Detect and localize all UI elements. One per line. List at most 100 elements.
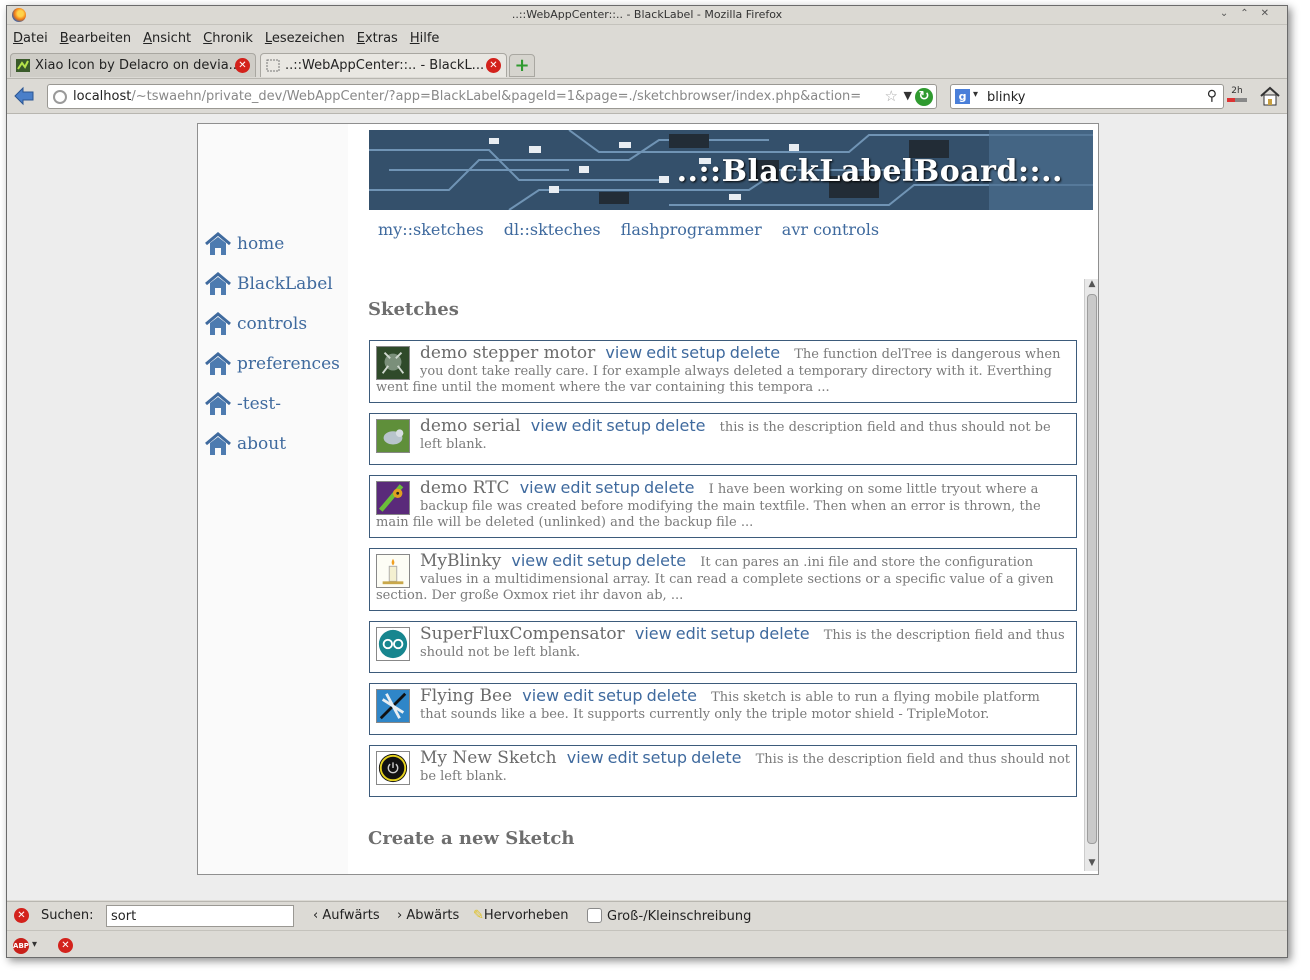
nav-dl-sketches[interactable]: dl::skteches	[504, 220, 601, 239]
nav-my-sketches[interactable]: my::sketches	[378, 220, 484, 239]
tab-bar: Xiao Icon by Delacro on devia... ✕ ..::W…	[7, 51, 1287, 77]
tab-webappcenter[interactable]: ..::WebAppCenter::.. - BlackL... ✕	[260, 53, 507, 77]
edit-link[interactable]: edit	[561, 478, 592, 497]
find-input[interactable]	[106, 905, 294, 927]
scroll-up-icon[interactable]: ▲	[1085, 279, 1098, 292]
sidebar-item-controls[interactable]: controls	[204, 309, 307, 339]
sidebar-item-preferences[interactable]: preferences	[204, 349, 340, 379]
delete-link[interactable]: delete	[730, 343, 780, 362]
top-navigation: my::sketches dl::skteches flashprogramme…	[378, 220, 879, 239]
adblock-icon[interactable]: ABP	[13, 938, 29, 954]
menu-lesezeichen[interactable]: Lesezeichen	[265, 31, 345, 46]
window-controls[interactable]: ⌄⌃✕	[1220, 8, 1281, 19]
nav-avr-controls[interactable]: avr controls	[782, 220, 879, 239]
ladybug-icon	[376, 481, 410, 515]
sketch-actions: view edit setup delete	[567, 748, 746, 767]
menu-hilfe[interactable]: Hilfe	[410, 31, 440, 46]
url-bar[interactable]: localhost/~tswaehn/private_dev/WebAppCen…	[47, 84, 937, 109]
tab-close-icon[interactable]: ✕	[235, 58, 250, 73]
bookmark-star-icon[interactable]: ☆	[885, 87, 898, 105]
menu-ansicht[interactable]: Ansicht	[143, 31, 191, 46]
dragonfly-icon	[376, 689, 410, 723]
blank-page-favicon-icon	[266, 59, 280, 72]
back-button[interactable]	[13, 85, 35, 107]
window-title: ..::WebAppCenter::.. - BlackLabel - Mozi…	[511, 8, 783, 21]
find-next-button[interactable]: › Abwärts	[397, 908, 459, 923]
edit-link[interactable]: edit	[676, 624, 707, 643]
highlight-button[interactable]: ✎Hervorheben	[473, 908, 569, 923]
view-link[interactable]: view	[635, 624, 672, 643]
sidebar-item-home[interactable]: home	[204, 229, 284, 259]
edit-link[interactable]: edit	[552, 551, 583, 570]
new-tab-button[interactable]: +	[509, 54, 535, 77]
sketch-card: demo serial view edit setup delete this is …	[369, 413, 1077, 465]
delete-link[interactable]: delete	[636, 551, 686, 570]
scroll-thumb[interactable]	[1087, 294, 1097, 844]
reload-icon[interactable]: ↻	[915, 88, 933, 106]
tab-xiao-icon[interactable]: Xiao Icon by Delacro on devia... ✕	[10, 53, 256, 77]
content-area: Sketches demo stepper motor view edit setu…	[348, 279, 1098, 874]
find-bar: ✕ Suchen: ‹ Aufwärts › Abwärts ✎Hervorhe…	[7, 901, 1287, 929]
setup-link[interactable]: setup	[642, 748, 687, 767]
view-link[interactable]: view	[522, 686, 559, 705]
view-link[interactable]: view	[605, 343, 642, 362]
url-history-dropdown-icon[interactable]: ▼	[904, 89, 912, 102]
delete-link[interactable]: delete	[691, 748, 741, 767]
sketch-name: demo serial	[420, 416, 521, 436]
status-bar: ABP ▾ ✕	[7, 930, 1287, 957]
delete-link[interactable]: delete	[655, 416, 705, 435]
house-icon	[205, 432, 231, 455]
search-bar[interactable]: g ▾ ⚲	[950, 84, 1224, 109]
edit-link[interactable]: edit	[572, 416, 603, 435]
setup-link[interactable]: setup	[606, 416, 651, 435]
url-text[interactable]: localhost/~tswaehn/private_dev/WebAppCen…	[73, 89, 861, 104]
google-search-engine-icon[interactable]: g	[955, 89, 970, 104]
binoculars-icon[interactable]: ⚲	[1207, 88, 1217, 104]
ext-2h-button[interactable]: 2h	[1225, 86, 1249, 108]
power-icon	[376, 751, 410, 785]
setup-link[interactable]: setup	[587, 551, 632, 570]
close-findbar-icon[interactable]: ✕	[14, 908, 29, 923]
home-button-icon[interactable]	[1259, 85, 1281, 107]
view-link[interactable]: view	[511, 551, 548, 570]
status-close-icon[interactable]: ✕	[58, 938, 73, 953]
banner-title: ..::BlackLabelBoard::..	[676, 154, 1063, 189]
match-case-checkbox[interactable]: Groß-/Kleinschreibung	[587, 908, 751, 924]
navigation-bar: localhost/~tswaehn/private_dev/WebAppCen…	[7, 78, 1287, 112]
menu-chronik[interactable]: Chronik	[203, 31, 253, 46]
search-input[interactable]	[987, 88, 1177, 106]
nav-flashprogrammer[interactable]: flashprogrammer	[621, 220, 762, 239]
sidebar-item-test[interactable]: -test-	[204, 389, 281, 419]
edit-link[interactable]: edit	[646, 343, 677, 362]
menu-bearbeiten[interactable]: Bearbeiten	[60, 31, 131, 46]
sketch-actions: view edit setup delete	[531, 416, 710, 435]
delete-link[interactable]: delete	[759, 624, 809, 643]
site-identity-icon[interactable]	[53, 90, 67, 104]
sketch-actions: view edit setup delete	[605, 343, 784, 362]
highlighter-icon: ✎	[473, 908, 484, 923]
view-link[interactable]: view	[520, 478, 557, 497]
content-scrollbar[interactable]: ▲ ▼	[1084, 279, 1098, 871]
search-engine-dropdown-icon[interactable]: ▾	[973, 89, 978, 100]
edit-link[interactable]: edit	[563, 686, 594, 705]
delete-link[interactable]: delete	[647, 686, 697, 705]
tab-close-icon[interactable]: ✕	[486, 58, 501, 73]
sketches-heading: Sketches	[368, 299, 459, 320]
sidebar-item-blacklabel[interactable]: BlackLabel	[204, 269, 333, 299]
edit-link[interactable]: edit	[608, 748, 639, 767]
delete-link[interactable]: delete	[644, 478, 694, 497]
create-sketch-heading: Create a new Sketch	[368, 828, 575, 849]
view-link[interactable]: view	[567, 748, 604, 767]
find-previous-button[interactable]: ‹ Aufwärts	[313, 908, 380, 923]
site-sidebar: home BlackLabel controls preferences -te…	[198, 124, 348, 874]
setup-link[interactable]: setup	[595, 478, 640, 497]
view-link[interactable]: view	[531, 416, 568, 435]
sidebar-item-about[interactable]: about	[204, 429, 286, 459]
setup-link[interactable]: setup	[598, 686, 643, 705]
scroll-down-icon[interactable]: ▼	[1085, 858, 1098, 871]
setup-link[interactable]: setup	[681, 343, 726, 362]
menu-extras[interactable]: Extras	[357, 31, 398, 46]
setup-link[interactable]: setup	[710, 624, 755, 643]
menu-datei[interactable]: Datei	[13, 31, 48, 46]
adblock-dropdown-icon[interactable]: ▾	[32, 939, 37, 950]
